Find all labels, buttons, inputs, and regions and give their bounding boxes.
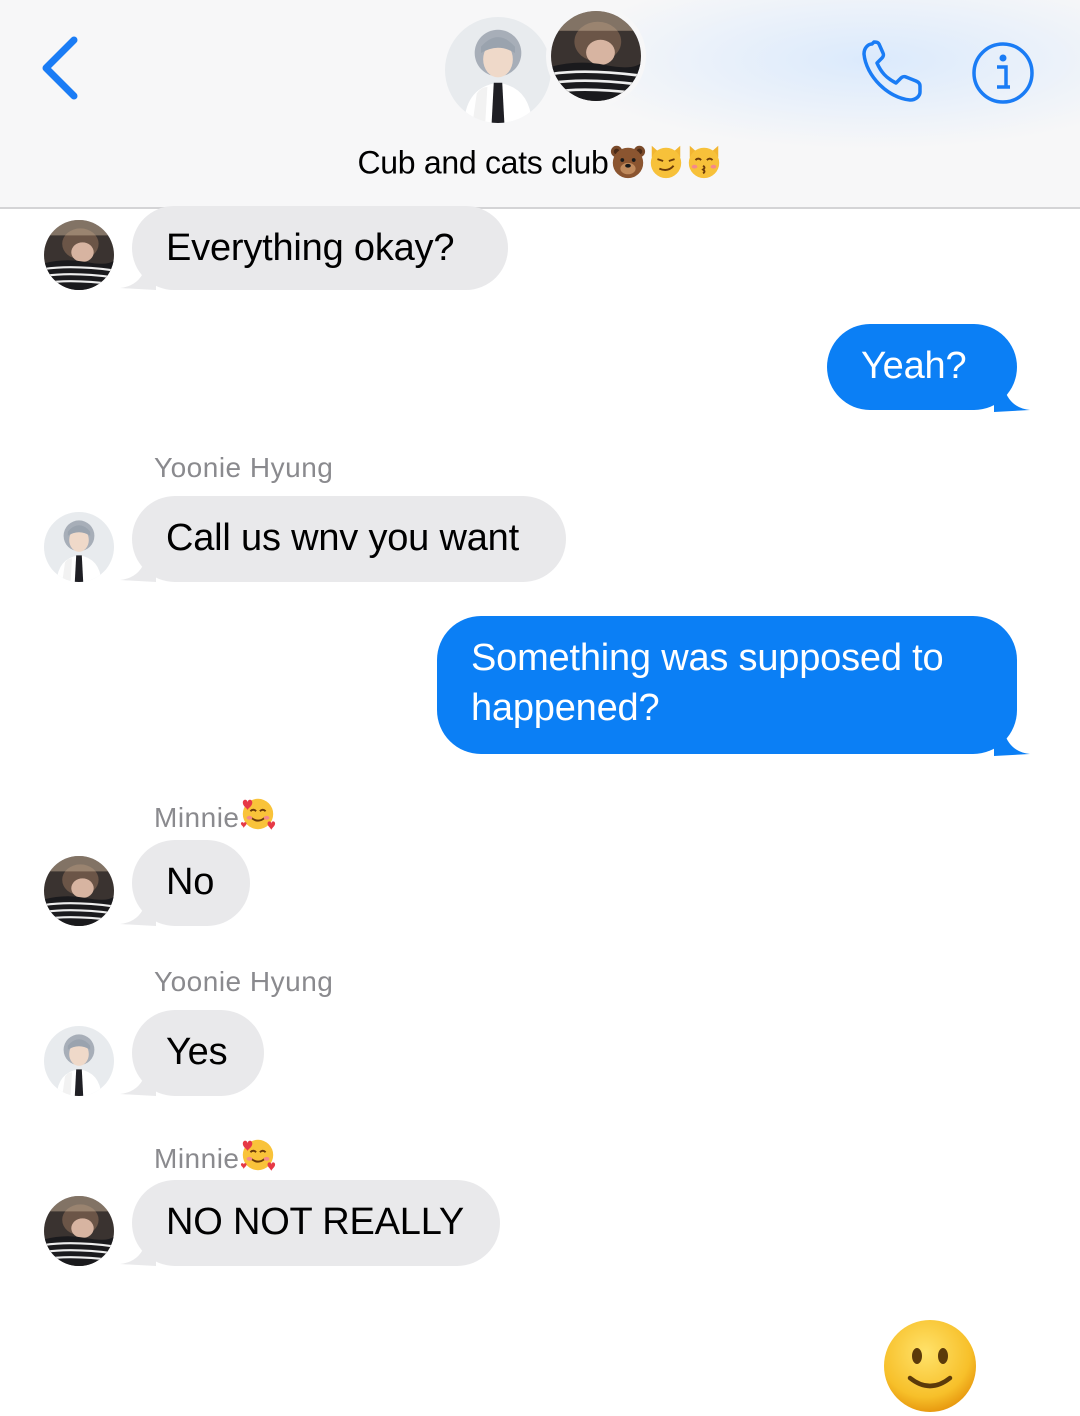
- chevron-left-icon: [42, 36, 78, 100]
- message-text: Everything okay?: [166, 227, 455, 269]
- message-text: NO NOT REALLY: [166, 1201, 464, 1243]
- avatar[interactable]: [44, 220, 114, 290]
- smiling-face-with-hearts-icon: [239, 1136, 277, 1174]
- back-button[interactable]: [30, 28, 100, 108]
- message-bubble[interactable]: Call us wnv you want: [132, 496, 566, 582]
- smirking-cat-face-icon: [647, 142, 685, 180]
- message-bubble[interactable]: Everything okay?: [132, 206, 508, 290]
- minnie-avatar: [546, 6, 646, 106]
- message-bubble[interactable]: No: [132, 840, 250, 926]
- sender-name-text: Minnie: [154, 802, 240, 833]
- avatar[interactable]: [44, 512, 114, 582]
- avatar[interactable]: [44, 1026, 114, 1096]
- sender-name: Minnie: [154, 795, 277, 834]
- info-icon: [972, 42, 1034, 104]
- sender-name-text: Minnie: [154, 1143, 240, 1174]
- sender-name: Yoonie Hyung: [154, 452, 334, 483]
- message-text: No: [166, 861, 215, 903]
- phone-icon: [862, 40, 922, 102]
- yoonie-avatar: [442, 14, 554, 126]
- avatar[interactable]: [44, 1196, 114, 1266]
- message-bubble[interactable]: Yes: [132, 1010, 264, 1096]
- group-avatar[interactable]: [440, 6, 650, 126]
- slightly-smiling-face-icon: [882, 1318, 978, 1414]
- message-bubble[interactable]: NO NOT REALLY: [132, 1180, 500, 1266]
- avatar[interactable]: [44, 856, 114, 926]
- message-text: Something was supposed to happened?: [471, 637, 944, 729]
- bear-face-icon: [609, 142, 647, 180]
- message-bubble[interactable]: Yeah?: [827, 324, 1017, 410]
- conversation-title-text: Cub and cats club: [357, 144, 609, 181]
- message-text: Yeah?: [861, 345, 967, 387]
- smiling-face-with-hearts-icon: [239, 795, 277, 833]
- conversation-title[interactable]: Cub and cats club: [0, 142, 1080, 188]
- message-text: Yes: [166, 1031, 228, 1073]
- kissing-cat-face-icon: [685, 142, 723, 180]
- sender-name: Yoonie Hyung: [154, 966, 334, 997]
- conversation-header: Cub and cats club: [0, 0, 1080, 209]
- sender-name: Minnie: [154, 1136, 277, 1175]
- message-bubble[interactable]: Something was supposed to happened?: [437, 616, 1017, 754]
- call-button[interactable]: [858, 36, 928, 106]
- message-text: Call us wnv you want: [166, 517, 519, 559]
- title-emojis: [609, 142, 723, 188]
- info-button[interactable]: [970, 40, 1036, 106]
